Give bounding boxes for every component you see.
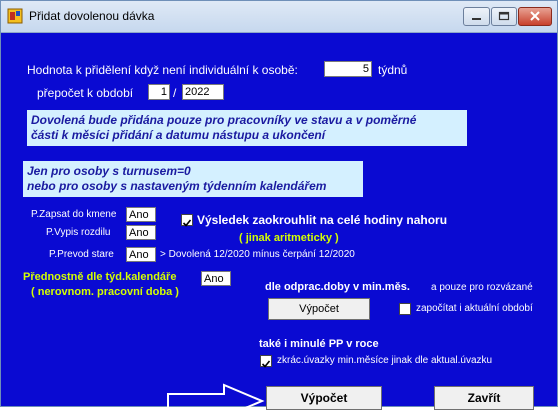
checkmark-icon xyxy=(261,360,271,368)
minimize-icon xyxy=(472,18,481,20)
calculate-button[interactable]: Výpočet xyxy=(266,386,382,410)
reduced-workload-checkbox[interactable] xyxy=(260,355,272,368)
maximize-icon xyxy=(498,11,510,21)
diff-listing-label: P.Vypis rozdilu xyxy=(46,227,111,238)
app-icon xyxy=(7,8,23,24)
arrow-right-icon xyxy=(167,383,265,419)
round-up-label: Výsledek zaokrouhlit na celé hodiny naho… xyxy=(197,213,448,227)
calendar-priority-input[interactable]: Ano xyxy=(201,271,231,286)
info-line-1: Dovolená bude přidána pouze pro pracovní… xyxy=(31,113,417,127)
close-button[interactable]: Zavřít xyxy=(434,386,534,410)
checkmark-icon xyxy=(182,219,192,227)
diff-listing-input[interactable]: Ano xyxy=(126,225,156,240)
dialog-body: Hodnota k přidělení když není individuál… xyxy=(1,33,557,419)
current-period-checkbox[interactable] xyxy=(399,303,411,315)
info-shift-line-1: Jen pro osoby s turnusem=0 xyxy=(27,164,191,178)
info-line-2: části k měsíci přidání a datumu nástupu … xyxy=(31,128,326,142)
info-panel-shift: Jen pro osoby s turnusem=0 nebo pro osob… xyxy=(23,161,363,197)
write-to-master-label: P.Zapsat do kmene xyxy=(31,209,117,220)
close-window-button[interactable] xyxy=(518,7,552,26)
dialog-window: Přidat dovolenou dávka Hodnota k přiděle… xyxy=(0,0,558,419)
reduced-workload-label: zkrác.úvazky min.měsíce jinak dle aktual… xyxy=(277,355,493,366)
calendar-priority-sublabel: ( nerovnom. pracovní doba ) xyxy=(31,286,179,298)
period-label: přepočet k období xyxy=(37,86,134,100)
info-panel-staff: Dovolená bude přidána pouze pro pracovní… xyxy=(27,110,467,146)
weeks-unit: týdnů xyxy=(378,63,408,77)
transfer-old-note: > Dovolená 12/2020 mínus čerpání 12/2020 xyxy=(160,249,355,260)
transfer-old-input[interactable]: Ano xyxy=(126,247,156,262)
close-icon xyxy=(530,11,540,21)
round-up-sublabel: ( jinak aritmeticky ) xyxy=(239,232,339,244)
allocation-label: Hodnota k přidělení když není individuál… xyxy=(27,63,298,77)
current-period-label: započítat i aktuální období xyxy=(416,303,533,314)
calendar-priority-label: Přednostně dle týd.kalendáře xyxy=(23,271,177,283)
weeks-input[interactable]: 5 xyxy=(324,61,372,77)
info-shift-line-2: nebo pro osoby s nastaveným týdenním kal… xyxy=(27,179,327,193)
transfer-old-label: P.Prevod stare xyxy=(49,249,114,260)
period-year-input[interactable]: 2022 xyxy=(182,84,224,100)
write-to-master-input[interactable]: Ano xyxy=(126,207,156,222)
min-month-note: a pouze pro rozvázané xyxy=(431,282,533,293)
round-up-checkbox[interactable] xyxy=(181,214,193,227)
title-bar[interactable]: Přidat dovolenou dávka xyxy=(1,1,557,33)
maximize-button[interactable] xyxy=(491,7,517,26)
min-month-calculate-button[interactable]: Výpočet xyxy=(268,298,370,320)
window-title: Přidat dovolenou dávka xyxy=(29,9,155,23)
min-month-group-title: dle odprac.doby v min.měs. xyxy=(265,281,410,293)
period-separator: / xyxy=(173,86,177,100)
previous-pp-title: také i minulé PP v roce xyxy=(259,338,379,350)
minimize-button[interactable] xyxy=(463,7,490,26)
period-month-input[interactable]: 1 xyxy=(148,84,170,100)
